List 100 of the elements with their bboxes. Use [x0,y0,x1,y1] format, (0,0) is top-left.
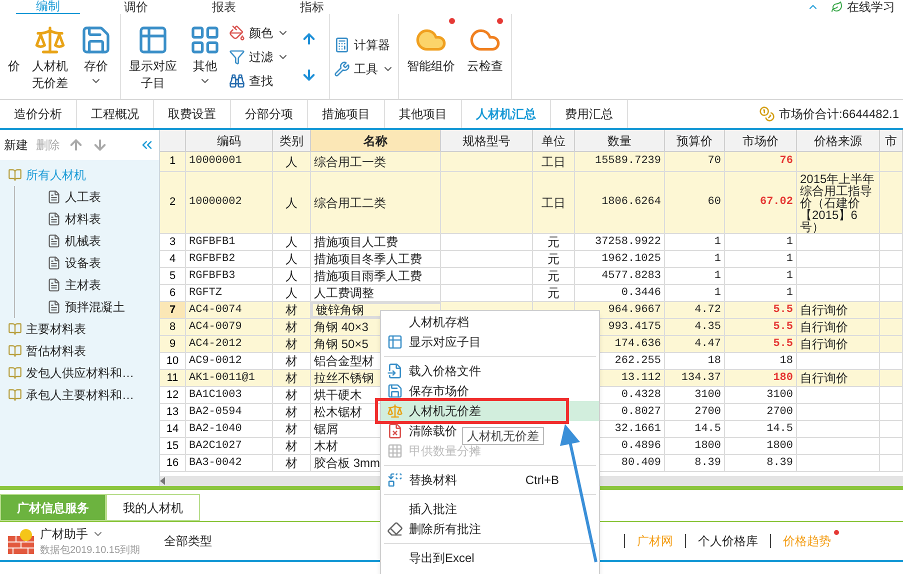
table-cell-text: BA2-0594 [189,404,242,420]
row-number: 13 [160,404,186,420]
table-cell-text: 1962.1025 [602,252,661,267]
table-cell-text: 76 [780,154,793,170]
table-cell-text: 4.35 [694,320,721,335]
data-package-expiry: 数据包2019.10.15到期 [40,544,140,558]
table-cell-text: 174.636 [614,336,661,352]
table-cell: 木材 [314,438,338,454]
table-cell: 人 [286,251,298,267]
table-cell-text: 1 [714,286,721,301]
table-cell: 材 [286,455,298,471]
table-cell-text: 5.5 [773,320,793,335]
table-cell: 材 [286,438,298,454]
row-number: 5 [160,268,186,284]
table-cell-text: BA3-0042 [189,456,242,471]
assistant-title: 广材助手 [40,526,88,542]
table-cell-text: AC4-0079 [189,320,242,335]
row-number: 4 [160,251,186,267]
table-cell-text: 37258.9922 [594,234,661,250]
row-number: 15 [160,438,186,454]
table-cell-text: BA2C1027 [189,438,242,454]
table-cell: 角钢 50×5 [314,336,368,352]
table-cell-text: 1 [786,286,793,301]
row-number: 12 [160,387,186,403]
table-cell: 元 [548,234,560,250]
row-number: 10 [160,353,186,369]
table-cell-text: 14.5 [694,422,721,437]
table-cell: 材 [286,319,298,335]
table-cell-text: 8.39 [694,456,721,471]
table-cell: 措施项目冬季人工费 [314,251,422,267]
market-total: 市场价合计:6644482.1 [778,106,899,123]
table-cell-text: 0.8027 [621,404,661,420]
table-cell-text: 1 [786,252,793,267]
table-cell: 角钢 40×3 [314,319,368,335]
table-cell: 材 [286,370,298,386]
table-cell: 措施项目人工费 [314,234,398,250]
table-cell: 拉丝不锈钢 [314,370,374,386]
table-cell-text: 1 [714,268,721,284]
table-cell: 铝合金型材 [314,353,374,369]
table-cell: 自行询价 [800,336,848,352]
table-cell-text: 15589.7239 [594,154,661,170]
table-cell-text: RGFBFB2 [189,252,236,267]
row-number: 1 [160,152,186,171]
row-number: 9 [160,336,186,352]
table-cell-text: 综合用工一类 [314,154,386,170]
row-number: 8 [160,319,186,335]
table-cell-text: 80.409 [621,456,661,471]
table-cell-text: 2700 [766,404,793,420]
table-cell-text: 67.02 [760,195,793,210]
table-cell-text: 1 [786,268,793,284]
table-cell-text: 1 [786,234,793,250]
table-cell: 人 [286,234,298,250]
table-cell-text: 8.39 [766,456,793,471]
table-cell-text: 0.3446 [621,286,661,301]
table-cell-text: 180 [773,370,793,386]
table-cell-text: RGFBFB3 [189,268,236,284]
table-cell-text: 1806.6264 [602,195,661,210]
table-cell: 人 [286,268,298,284]
shortcut-label: Ctrl+B [525,472,559,489]
table-cell-text: 32.1661 [614,422,661,437]
table-cell-text: 60 [708,195,721,210]
table-cell-text: AC4-2012 [189,336,242,352]
row-number: 11 [160,370,186,386]
table-cell-text: 3100 [694,388,721,403]
table-cell-text: 262.255 [614,354,661,369]
table-cell-text: AK1-0011@1 [189,370,256,386]
table-cell-text: 964.9667 [608,302,661,318]
table-cell-text: 18 [780,354,793,369]
table-cell: 材 [286,336,298,352]
table-cell-text: 134.37 [681,370,721,386]
table-cell: 2015年上半年综合用工指导价（石建价【2015】6号） [800,172,876,232]
table-cell: 材 [286,421,298,437]
row-number: 3 [160,234,186,250]
table-cell-text: 人 [286,194,298,212]
table-cell: 人 [286,285,298,301]
table-cell: 材 [286,302,298,318]
table-cell-text: 4577.8283 [602,268,661,284]
row-number: 7 [160,302,186,318]
table-cell-text: 0.4328 [621,388,661,403]
table-cell: 元 [548,285,560,301]
table-cell-text: 0.4896 [621,438,661,454]
table-cell-text: 1 [714,234,721,250]
row-number: 2 [160,172,186,233]
table-cell-text: 1800 [766,438,793,454]
table-cell-text: 1 [714,252,721,267]
table-cell: 措施项目雨季人工费 [314,268,422,284]
table-cell: 烘干硬木 [314,387,362,403]
table-cell-text: 18 [708,354,721,369]
table-cell-text: 5.5 [773,302,793,318]
table-cell-text: 10000002 [189,195,242,210]
table-cell-text: 3100 [766,388,793,403]
table-cell-text: RGFBFB1 [189,234,236,250]
table-cell: 材 [286,353,298,369]
table-cell-text: 14.5 [766,422,793,437]
table-cell-text: 13.112 [621,370,661,386]
row-number: 16 [160,455,186,471]
table-cell-text: 4.47 [694,336,721,352]
table-cell: 自行询价 [800,302,848,318]
row-number: 14 [160,421,186,437]
table-cell-text: AC9-0012 [189,354,242,369]
